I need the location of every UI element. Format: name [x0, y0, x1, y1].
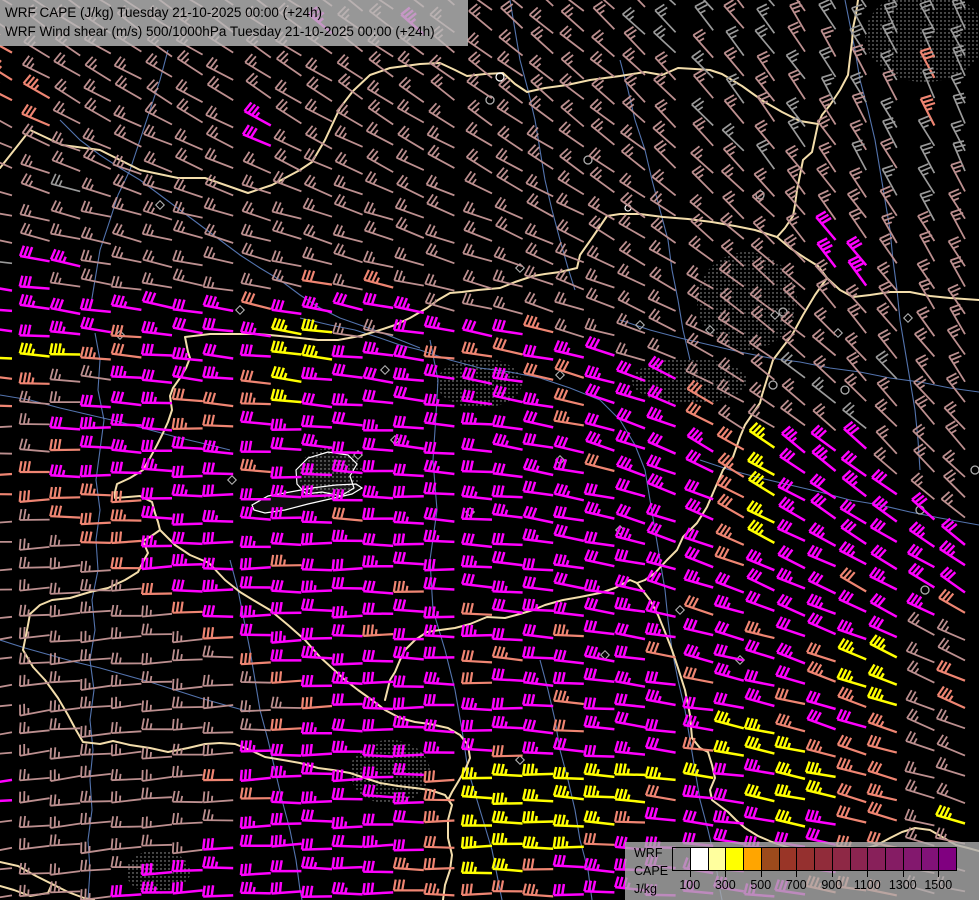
- urban-area-stipple: [350, 740, 430, 804]
- legend-tick-label: 500: [750, 878, 772, 892]
- legend-tick: [689, 871, 691, 877]
- legend-label-line2: CAPE: [634, 864, 669, 878]
- legend-color-cell: [796, 847, 815, 871]
- cape-legend: WRF CAPE J/kg 100 300 500 700 900 1100 1300 150…: [625, 842, 979, 900]
- legend-tick: [938, 871, 940, 877]
- legend-color-cell: [707, 847, 727, 871]
- legend-color-cell: [920, 847, 940, 871]
- legend-color-cell: [725, 847, 744, 871]
- legend-color-cell: [743, 847, 762, 871]
- legend-color-cell: [867, 847, 886, 871]
- weather-map-screen: WRF CAPE (J/kg) Tuesday 21-10-2025 00:00…: [0, 0, 979, 900]
- map-title-line1: WRF CAPE (J/kg) Tuesday 21-10-2025 00:00…: [5, 5, 323, 20]
- legend-color-cell: [831, 847, 851, 871]
- legend-color-cell: [689, 847, 709, 871]
- legend-label-line3: J/kg: [634, 882, 657, 896]
- legend-tick-label: 700: [785, 878, 807, 892]
- legend-tick: [902, 871, 904, 877]
- legend-tick-label: 300: [714, 878, 736, 892]
- legend-tick-label: 1500: [924, 878, 953, 892]
- map-title-box: WRF CAPE (J/kg) Tuesday 21-10-2025 00:00…: [0, 0, 468, 46]
- legend-tick: [725, 871, 727, 877]
- legend-tick-label: 1300: [888, 878, 917, 892]
- legend-color-cell: [814, 847, 833, 871]
- legend-label: WRF CAPE J/kg: [634, 844, 668, 898]
- legend-color-cell: [849, 847, 869, 871]
- legend-color-cell: [938, 847, 957, 871]
- legend-color-cell: [778, 847, 798, 871]
- legend-color-cell: [885, 847, 904, 871]
- legend-color-cell: [672, 847, 691, 871]
- legend-label-line1: WRF: [634, 846, 663, 860]
- legend-tick: [867, 871, 869, 877]
- legend-tick-label: 900: [821, 878, 843, 892]
- legend-tick-label: 100: [679, 878, 701, 892]
- weather-map: [0, 0, 979, 900]
- legend-tick: [760, 871, 762, 877]
- legend-tick: [796, 871, 798, 877]
- legend-tick-label: 1100: [853, 878, 881, 892]
- legend-color-cell: [760, 847, 780, 871]
- legend-color-cell: [902, 847, 922, 871]
- urban-area-stipple: [437, 358, 522, 408]
- legend-tick: [831, 871, 833, 877]
- map-title-line2: WRF Wind shear (m/s) 500/1000hPa Tuesday…: [5, 24, 435, 39]
